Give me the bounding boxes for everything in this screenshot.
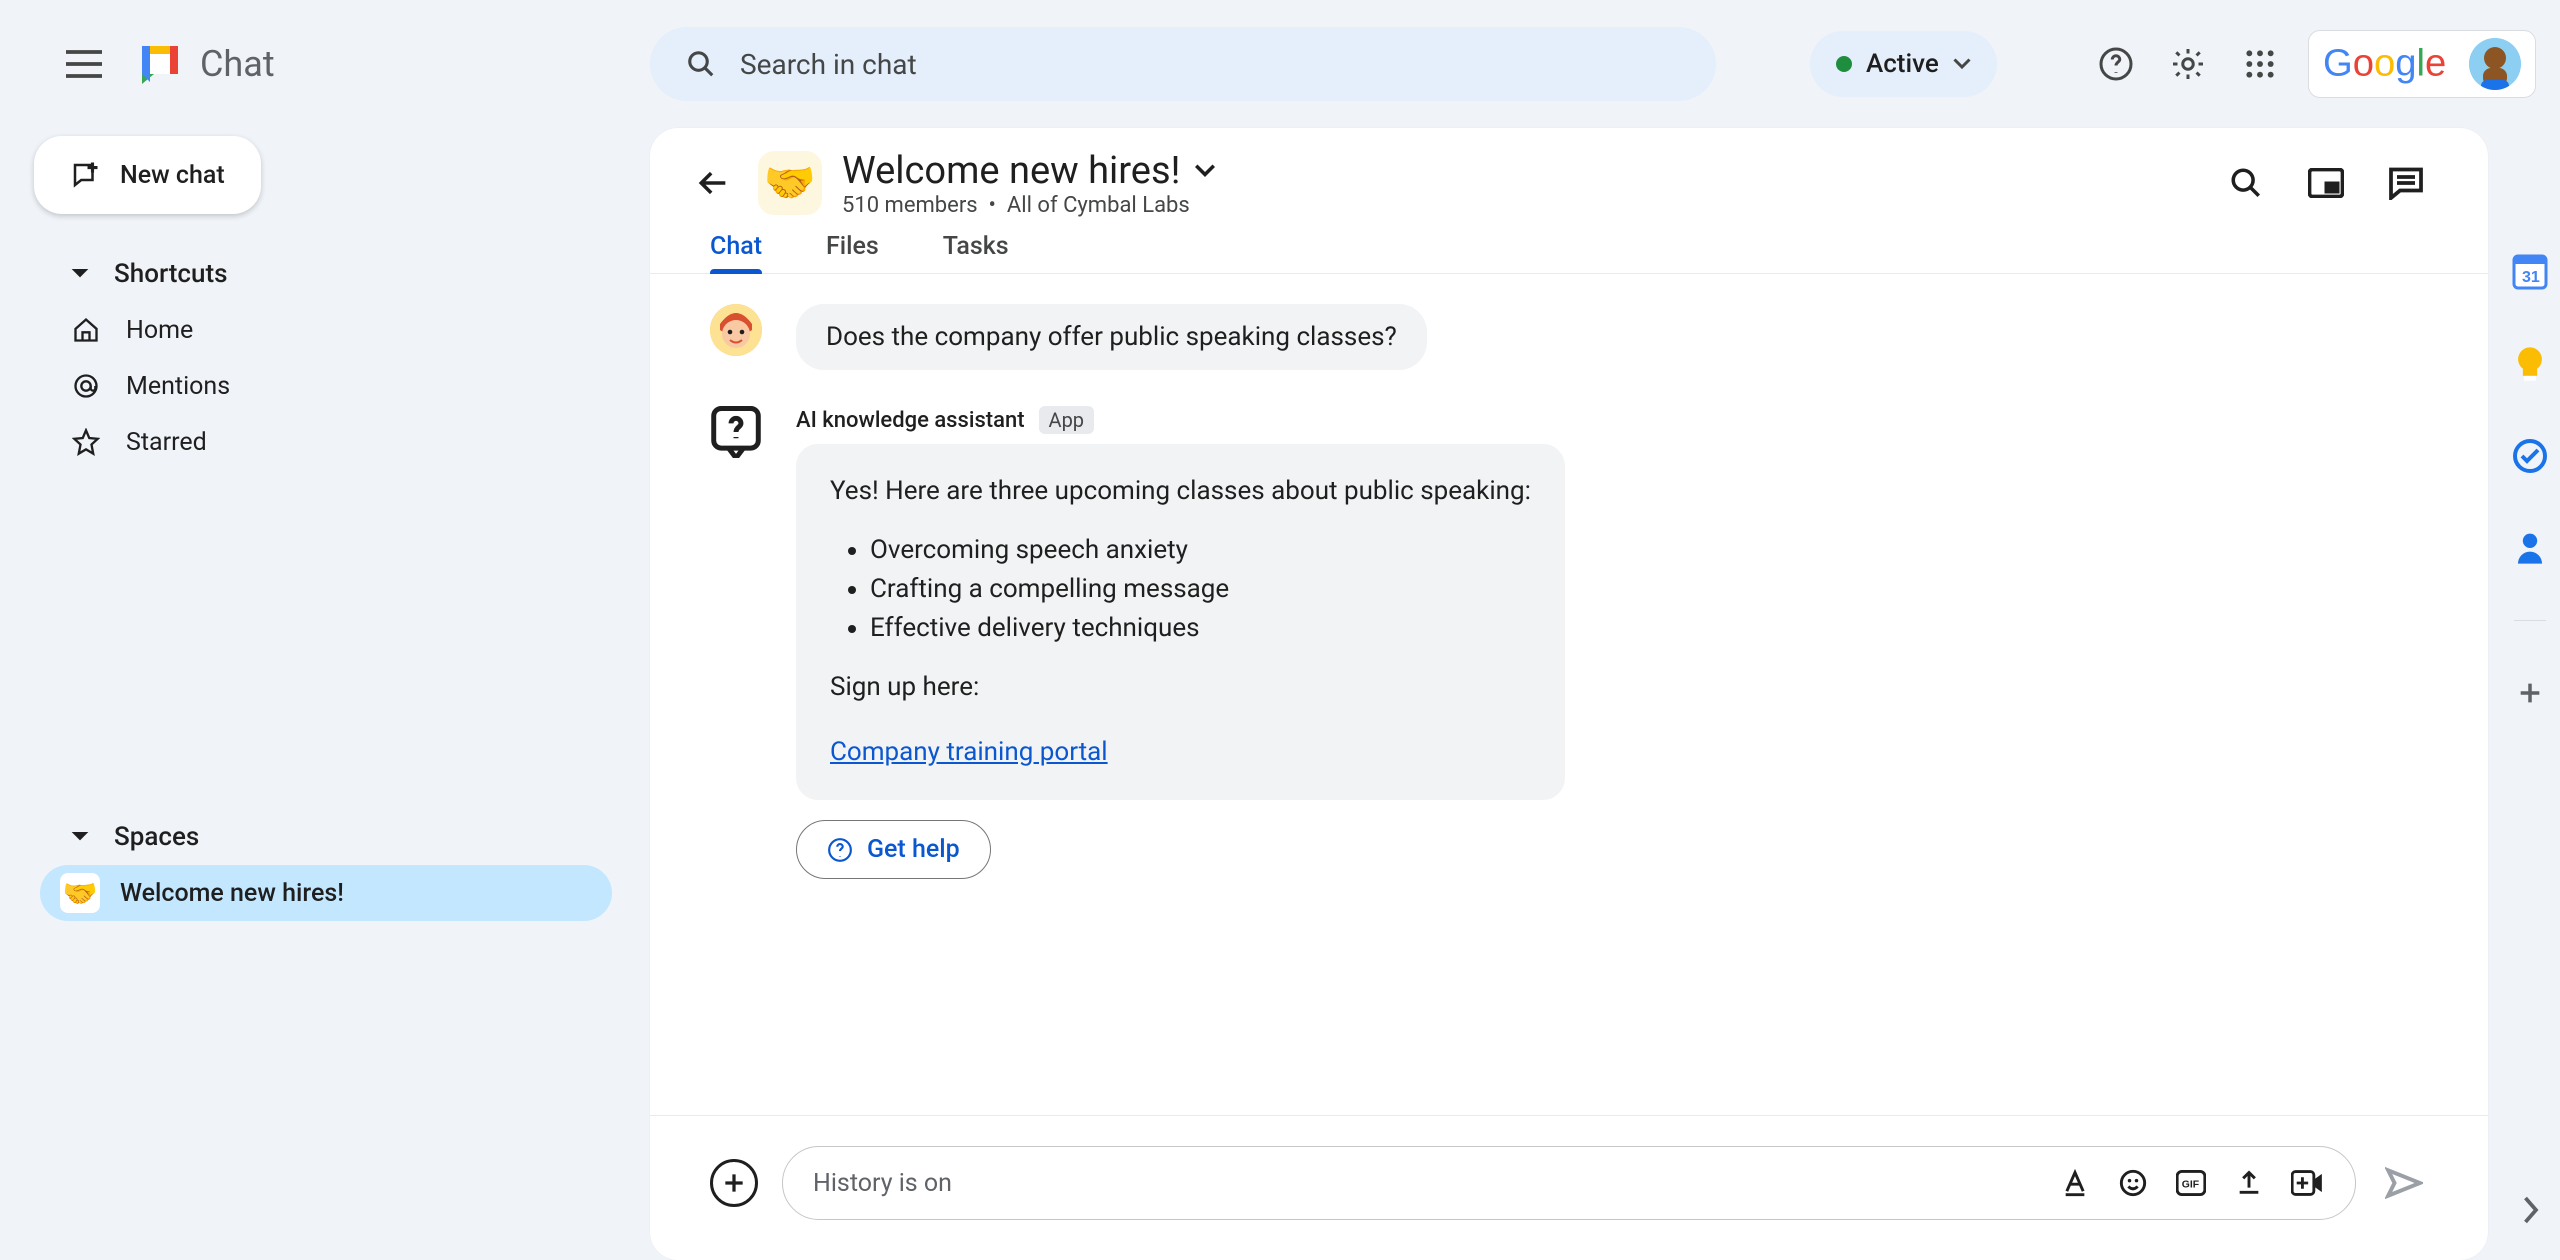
keep-app-button[interactable] <box>2510 344 2550 384</box>
back-button[interactable] <box>690 159 738 207</box>
training-portal-link[interactable]: Company training portal <box>830 737 1108 767</box>
status-label: Active <box>1866 49 1939 79</box>
sidebar-item-label: Mentions <box>126 372 230 401</box>
side-separator <box>2514 620 2546 621</box>
sidebar-item-label: Home <box>126 316 193 345</box>
apps-button[interactable] <box>2236 40 2284 88</box>
at-icon <box>70 372 102 400</box>
chevron-down-icon <box>70 830 90 844</box>
status-selector[interactable]: Active <box>1810 31 1997 97</box>
space-label: Welcome new hires! <box>120 879 344 908</box>
room-emoji-icon: 🤝 <box>758 151 822 215</box>
sidebar-item-starred[interactable]: Starred <box>70 414 626 470</box>
chevron-down-icon <box>1194 164 1216 178</box>
add-addon-button[interactable] <box>2510 673 2550 713</box>
message-row: Does the company offer public speaking c… <box>710 304 2428 370</box>
sidebar-item-mentions[interactable]: Mentions <box>70 358 626 414</box>
star-icon <box>70 428 102 456</box>
user-message-avatar[interactable] <box>710 304 762 356</box>
tasks-app-button[interactable] <box>2510 436 2550 476</box>
user-avatar[interactable] <box>2469 38 2521 90</box>
svg-text:GIF: GIF <box>2182 1180 2199 1191</box>
home-icon <box>70 316 102 344</box>
room-subtitle: 510 members • All of Cymbal Labs <box>842 193 1216 218</box>
help-icon <box>827 837 853 863</box>
list-item: Crafting a compelling message <box>870 570 1531 609</box>
bot-message-bubble: Yes! Here are three upcoming classes abo… <box>796 444 1565 800</box>
add-attachment-button[interactable] <box>710 1159 758 1207</box>
contacts-app-button[interactable] <box>2510 528 2550 568</box>
svg-text:Google: Google <box>2323 42 2446 84</box>
search-input[interactable]: Search in chat <box>650 27 1716 101</box>
search-placeholder: Search in chat <box>740 48 917 81</box>
space-item-welcome[interactable]: 🤝 Welcome new hires! <box>40 865 612 921</box>
search-icon <box>686 49 716 79</box>
shortcuts-header[interactable]: Shortcuts <box>70 246 626 302</box>
account-switcher[interactable]: Google <box>2308 30 2536 98</box>
room-title: Welcome new hires! <box>842 149 1180 193</box>
user-message-bubble: Does the company offer public speaking c… <box>796 304 1427 370</box>
main-menu-button[interactable] <box>60 40 108 88</box>
bot-avatar-icon[interactable] <box>710 406 762 458</box>
sidebar-item-label: Starred <box>126 428 207 457</box>
room-search-button[interactable] <box>2224 161 2268 205</box>
get-help-button[interactable]: Get help <box>796 820 991 879</box>
app-name: Chat <box>200 43 275 85</box>
pip-button[interactable] <box>2304 161 2348 205</box>
message-composer[interactable]: History is on GIF <box>782 1146 2356 1220</box>
bot-name: AI knowledge assistant <box>796 408 1025 433</box>
room-title-button[interactable]: Welcome new hires! <box>842 149 1216 193</box>
composer-placeholder: History is on <box>813 1169 2035 1198</box>
new-chat-label: New chat <box>120 161 225 190</box>
sidebar-item-home[interactable]: Home <box>70 302 626 358</box>
spaces-header[interactable]: Spaces <box>70 809 626 865</box>
handshake-icon: 🤝 <box>60 873 100 913</box>
list-item: Overcoming speech anxiety <box>870 531 1531 570</box>
chevron-down-icon <box>1953 58 1971 70</box>
message-row: AI knowledge assistant App Yes! Here are… <box>710 406 2428 879</box>
emoji-button[interactable] <box>2115 1165 2151 1201</box>
thread-button[interactable] <box>2384 161 2428 205</box>
chat-icon <box>136 40 184 88</box>
send-button[interactable] <box>2380 1159 2428 1207</box>
active-dot-icon <box>1836 56 1852 72</box>
tab-tasks[interactable]: Tasks <box>943 220 1009 273</box>
list-item: Effective delivery techniques <box>870 609 1531 648</box>
gif-button[interactable]: GIF <box>2173 1165 2209 1201</box>
new-chat-button[interactable]: New chat <box>34 136 261 214</box>
help-button[interactable] <box>2092 40 2140 88</box>
upload-button[interactable] <box>2231 1165 2267 1201</box>
svg-text:31: 31 <box>2522 269 2540 286</box>
app-chip: App <box>1039 406 1095 434</box>
collapse-panel-button[interactable] <box>2510 1190 2550 1230</box>
new-chat-icon <box>70 160 100 190</box>
bot-header: AI knowledge assistant App <box>796 406 1565 434</box>
app-logo[interactable]: Chat <box>136 40 275 88</box>
calendar-app-button[interactable]: 31 <box>2510 252 2550 292</box>
plus-icon <box>721 1170 747 1196</box>
chevron-down-icon <box>70 267 90 281</box>
meet-button[interactable] <box>2289 1165 2325 1201</box>
settings-button[interactable] <box>2164 40 2212 88</box>
google-logo-icon: Google <box>2323 42 2453 86</box>
tab-chat[interactable]: Chat <box>710 220 762 273</box>
format-button[interactable] <box>2057 1165 2093 1201</box>
tab-files[interactable]: Files <box>826 220 879 273</box>
